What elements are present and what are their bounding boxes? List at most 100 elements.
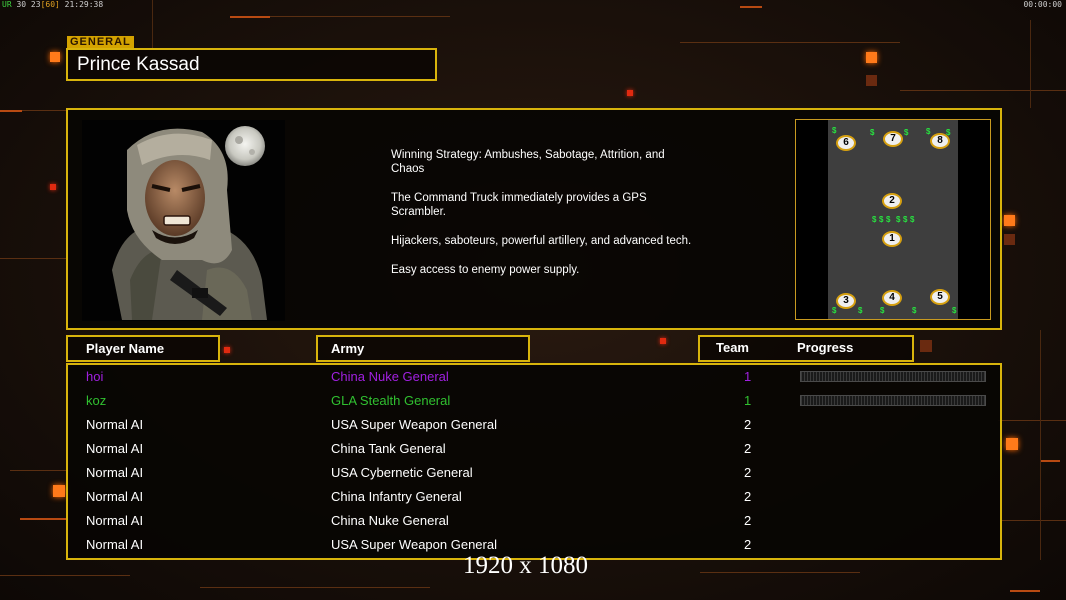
player-team: 1 <box>744 369 752 384</box>
player-name: Normal AI <box>86 489 144 504</box>
start-position-5[interactable]: 5 <box>930 289 950 305</box>
player-row: hoi China Nuke General 1 <box>68 367 1000 391</box>
bg-line <box>700 572 860 573</box>
bg-square <box>1004 215 1015 226</box>
bg-line <box>1040 460 1060 462</box>
cash-icon: $ <box>952 306 957 315</box>
header-team-label: Team <box>716 340 749 355</box>
bg-line <box>0 110 22 112</box>
bg-square <box>50 184 56 190</box>
player-army: USA Super Weapon General <box>331 537 497 552</box>
start-position-3[interactable]: 3 <box>836 293 856 309</box>
player-team: 2 <box>744 537 752 552</box>
bg-line <box>0 258 66 259</box>
bg-square <box>920 340 932 352</box>
player-name: Normal AI <box>86 537 144 552</box>
game-timer: 00:00:00 <box>1023 0 1062 9</box>
cash-icon: $ <box>880 306 885 315</box>
cash-icon: $ <box>946 128 951 137</box>
status-fps: 30 23 <box>16 0 41 9</box>
strategy-line: Hijackers, saboteurs, powerful artillery… <box>391 235 692 247</box>
cash-icon: $ <box>904 128 909 137</box>
loading-progress-bar <box>800 371 986 382</box>
general-name: Prince Kassad <box>77 54 200 75</box>
player-army: China Infantry General <box>331 489 462 504</box>
player-name: Normal AI <box>86 417 144 432</box>
bg-line <box>230 16 270 18</box>
player-team: 2 <box>744 465 752 480</box>
header-player-name-label: Player Name <box>86 341 165 356</box>
status-prefix: UR <box>2 0 12 9</box>
loading-screen: UR 30 23[60] 21:29:38 00:00:00 GENERAL P… <box>0 0 1066 600</box>
bg-square <box>1006 438 1018 450</box>
player-team: 2 <box>744 489 752 504</box>
player-row: Normal AI China Tank General 2 <box>68 439 1000 463</box>
cash-icon: $ <box>870 128 875 137</box>
cash-icon: $ <box>832 306 837 315</box>
strategy-line: Easy access to enemy power supply. <box>391 264 580 276</box>
player-name: Normal AI <box>86 441 144 456</box>
bg-line <box>1040 330 1041 560</box>
status-clock: 21:29:38 <box>64 0 104 9</box>
moon-icon <box>225 126 265 166</box>
cash-icon: $ <box>879 215 884 224</box>
bg-line <box>152 0 153 48</box>
player-row: Normal AI China Nuke General 2 <box>68 511 1000 535</box>
general-name-box: Prince Kassad <box>66 48 437 81</box>
player-row: koz GLA Stealth General 1 <box>68 391 1000 415</box>
player-team: 2 <box>744 417 752 432</box>
header-army-label: Army <box>331 341 365 356</box>
bg-line <box>1010 590 1040 592</box>
cash-icon: $ <box>886 215 891 224</box>
bg-line <box>1000 520 1066 521</box>
bg-line <box>680 42 900 43</box>
bg-line <box>10 470 66 471</box>
cash-icon: $ <box>832 126 837 135</box>
resolution-label: 1920 x 1080 <box>463 552 588 579</box>
status-fps-cap: [60] <box>40 0 60 9</box>
header-progress-label: Progress <box>797 340 854 355</box>
start-position-6[interactable]: 6 <box>836 135 856 151</box>
strategy-text: Winning Strategy: Ambushes, Sabotage, At… <box>391 148 701 292</box>
bg-line <box>200 587 430 588</box>
player-army: USA Super Weapon General <box>331 417 497 432</box>
map-preview: 6 7 8 2 1 3 4 5 $ $ $ $ $ $ $ $ $ $ $ $ … <box>795 119 991 320</box>
player-team: 1 <box>744 393 752 408</box>
cash-icon: $ <box>910 215 915 224</box>
general-tag: GENERAL <box>67 36 134 48</box>
bg-line <box>0 575 130 576</box>
header-player-name: Player Name <box>66 335 220 362</box>
player-team: 2 <box>744 441 752 456</box>
player-army: USA Cybernetic General <box>331 465 473 480</box>
player-list: hoi China Nuke General 1 koz GLA Stealth Gen… <box>66 363 1002 560</box>
cash-icon: $ <box>926 127 931 136</box>
player-row: Normal AI USA Super Weapon General 2 <box>68 415 1000 439</box>
header-army: Army <box>316 335 530 362</box>
player-team: 2 <box>744 513 752 528</box>
player-name: koz <box>86 393 107 408</box>
general-portrait <box>82 120 285 321</box>
bg-line <box>998 420 1066 421</box>
bg-square <box>53 485 65 497</box>
start-position-2[interactable]: 2 <box>882 193 902 209</box>
start-position-7[interactable]: 7 <box>883 131 903 147</box>
player-army: China Tank General <box>331 441 446 456</box>
player-name: hoi <box>86 369 104 384</box>
bg-line <box>20 518 66 520</box>
bg-square <box>866 52 877 63</box>
cash-icon: $ <box>912 306 917 315</box>
cash-icon: $ <box>896 215 901 224</box>
player-army: GLA Stealth General <box>331 393 451 408</box>
bg-square <box>50 52 60 62</box>
bg-square <box>866 75 877 86</box>
cash-icon: $ <box>903 215 908 224</box>
bg-line <box>900 90 1066 91</box>
debug-status-left: UR 30 23[60] 21:29:38 <box>2 0 103 9</box>
strategy-line: The Command Truck immediately provides a… <box>391 192 647 218</box>
header-team-progress: Team Progress <box>698 335 914 362</box>
loading-progress-bar <box>800 395 986 406</box>
bg-line <box>1030 20 1031 108</box>
start-position-4[interactable]: 4 <box>882 290 902 306</box>
start-position-1[interactable]: 1 <box>882 231 902 247</box>
player-name: Normal AI <box>86 513 144 528</box>
